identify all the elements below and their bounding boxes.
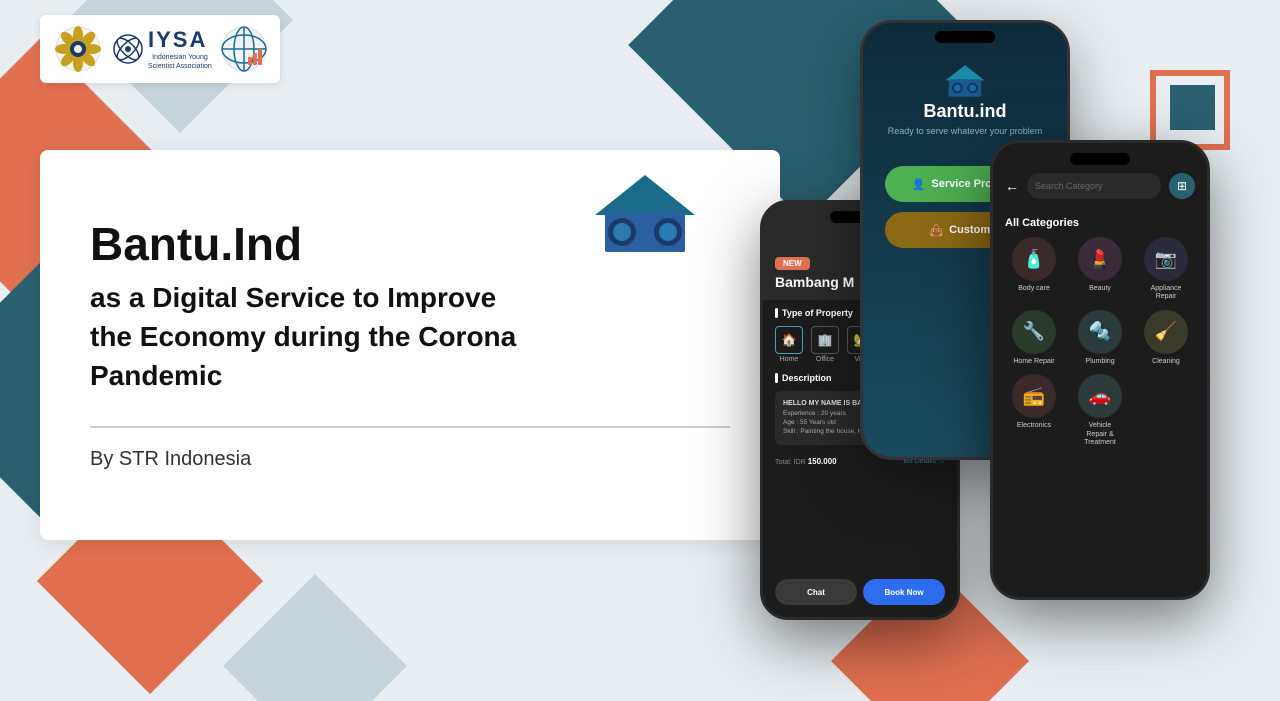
category-plumbing[interactable]: 🔩 Plumbing bbox=[1071, 310, 1129, 366]
cleaning-label: Cleaning bbox=[1152, 358, 1180, 366]
subtitle-line-1: as a Digital Service to Improve bbox=[90, 282, 496, 313]
search-bar[interactable]: Search Category bbox=[1027, 173, 1161, 199]
total-label: Total: IDR 150.000 bbox=[775, 457, 837, 466]
phone-right-notch bbox=[1070, 153, 1130, 165]
experience-text: Experience : 20 years bbox=[783, 410, 846, 417]
bantuind-tagline: Ready to serve whatever your problem bbox=[888, 126, 1043, 136]
category-beauty[interactable]: 💄 Beauty bbox=[1071, 237, 1129, 302]
iysa-subtitle: Indonesian YoungScientist Association bbox=[148, 53, 212, 71]
category-electronics[interactable]: 📻 Electronics bbox=[1005, 374, 1063, 447]
service-provider-icon: 👤 bbox=[912, 178, 926, 191]
logo-emblem-1 bbox=[52, 23, 104, 75]
logo-area: IYSA Indonesian YoungScientist Associati… bbox=[40, 15, 280, 83]
beauty-label: Beauty bbox=[1089, 285, 1111, 293]
property-home[interactable]: 🏠 Home bbox=[775, 326, 803, 363]
search-button[interactable]: ⊞ bbox=[1169, 173, 1195, 199]
category-vehicle-repair[interactable]: 🚗 VehicleRepair & Treatment bbox=[1071, 374, 1129, 447]
bantuind-app-name: Bantu.ind bbox=[924, 101, 1007, 122]
home-label: Home bbox=[780, 356, 799, 363]
search-icon: ⊞ bbox=[1177, 179, 1187, 193]
phone-right-screen: ← Search Category ⊞ All Categories 🧴 Bod… bbox=[993, 143, 1207, 597]
phone-categories: ← Search Category ⊞ All Categories 🧴 Bod… bbox=[990, 140, 1210, 600]
plumbing-label: Plumbing bbox=[1085, 358, 1114, 366]
total-amount: 150.000 bbox=[808, 457, 837, 466]
appliance-repair-icon: 📷 bbox=[1144, 237, 1188, 281]
by-text: By STR Indonesia bbox=[90, 448, 730, 471]
back-arrow-icon[interactable]: ← bbox=[1005, 178, 1019, 194]
bantuind-house-icon bbox=[943, 63, 987, 101]
electronics-icon: 📻 bbox=[1012, 374, 1056, 418]
cleaning-icon: 🧹 bbox=[1144, 310, 1188, 354]
customer-icon: 👜 bbox=[929, 224, 943, 237]
search-placeholder: Search Category bbox=[1035, 181, 1103, 191]
subtitle-line-2: the Economy during the Corona bbox=[90, 321, 516, 352]
category-body-care[interactable]: 🧴 Body care bbox=[1005, 237, 1063, 302]
iysa-text: IYSA bbox=[148, 27, 212, 53]
provider-badge: NEW bbox=[775, 257, 810, 270]
property-office[interactable]: 🏢 Office bbox=[811, 326, 839, 363]
vehicle-repair-label: VehicleRepair & Treatment bbox=[1071, 422, 1129, 447]
subtitle-line-3: Pandemic bbox=[90, 360, 222, 391]
bantuind-floating-logo bbox=[590, 170, 700, 265]
divider bbox=[90, 426, 730, 428]
home-repair-icon: 🔧 bbox=[1012, 310, 1056, 354]
home-icon: 🏠 bbox=[775, 326, 803, 354]
home-repair-label: Home Repair bbox=[1013, 358, 1054, 366]
app-subtitle: as a Digital Service to Improve the Econ… bbox=[90, 278, 730, 396]
vehicle-repair-icon: 🚗 bbox=[1078, 374, 1122, 418]
action-buttons: Chat Book Now bbox=[763, 579, 957, 617]
globe-icon bbox=[220, 25, 268, 73]
office-icon: 🏢 bbox=[811, 326, 839, 354]
age-text: Age : 55 Years old bbox=[783, 419, 836, 426]
category-home-repair[interactable]: 🔧 Home Repair bbox=[1005, 310, 1063, 366]
electronics-label: Electronics bbox=[1017, 422, 1051, 430]
appliance-repair-label: ApplianceRepair bbox=[1151, 285, 1182, 302]
phone-center-notch bbox=[935, 31, 995, 43]
beauty-icon: 💄 bbox=[1078, 237, 1122, 281]
office-label: Office bbox=[816, 356, 834, 363]
book-now-button[interactable]: Book Now bbox=[863, 579, 945, 605]
body-care-label: Body care bbox=[1018, 285, 1050, 293]
phones-container: NEW Bambang M Type of Property 🏠 Home 🏢 … bbox=[780, 0, 1280, 701]
body-care-icon: 🧴 bbox=[1012, 237, 1056, 281]
category-appliance-repair[interactable]: 📷 ApplianceRepair bbox=[1137, 237, 1195, 302]
plumbing-icon: 🔩 bbox=[1078, 310, 1122, 354]
chat-button[interactable]: Chat bbox=[775, 579, 857, 605]
categories-grid: 🧴 Body care 💄 Beauty 📷 ApplianceRepair 🔧… bbox=[993, 237, 1207, 447]
all-categories-title: All Categories bbox=[993, 209, 1207, 237]
category-cleaning[interactable]: 🧹 Cleaning bbox=[1137, 310, 1195, 366]
